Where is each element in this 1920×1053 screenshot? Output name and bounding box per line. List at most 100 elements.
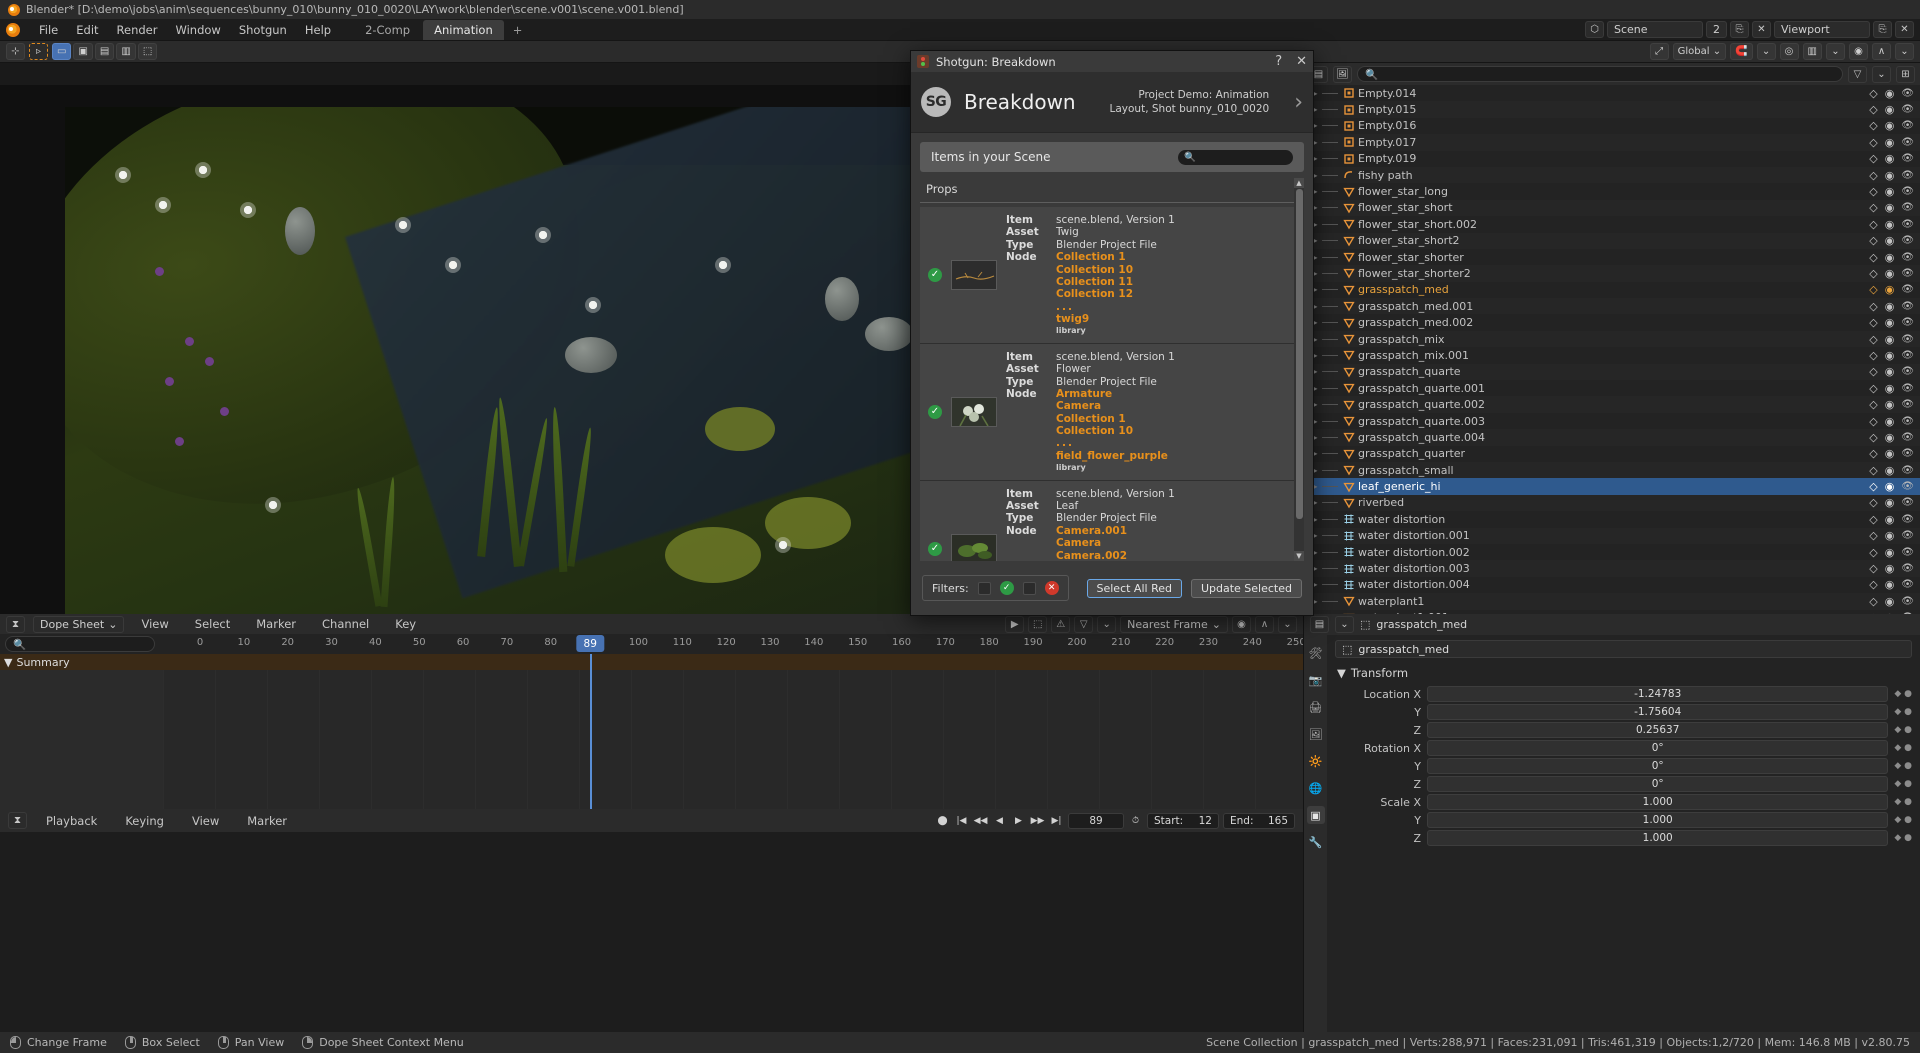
- hide-in-viewport-icon[interactable]: 👁: [1901, 120, 1914, 131]
- dialog-scrollbar[interactable]: ▲ ▼: [1294, 178, 1304, 561]
- dopesheet-mode-selector[interactable]: Dope Sheet ⌄: [33, 616, 124, 633]
- current-frame-field[interactable]: 89: [1068, 813, 1124, 829]
- outliner-row[interactable]: ▶grasspatch_med◇◉👁: [1304, 282, 1920, 298]
- outliner-new-collection-icon[interactable]: ⊞: [1896, 66, 1915, 83]
- dopesheet-filter-icon[interactable]: ▽: [1074, 616, 1093, 633]
- outliner-row[interactable]: ▶Empty.015◇◉👁: [1304, 101, 1920, 117]
- tab-add-workspace[interactable]: +: [506, 20, 530, 40]
- animate-property-icon[interactable]: ◆ ●: [1894, 779, 1912, 789]
- chevron-down-icon[interactable]: ⌄: [1335, 616, 1354, 633]
- new-viewlayer-icon[interactable]: ⎘: [1873, 21, 1892, 38]
- breakdown-item-card[interactable]: ✓Itemscene.blend, Version 1AssetTwigType…: [920, 207, 1294, 344]
- outliner-row[interactable]: ▶grasspatch_mix.001◇◉👁: [1304, 347, 1920, 363]
- dopesheet-channel-list[interactable]: ▼ Summary: [0, 654, 163, 809]
- transform-section-header[interactable]: ▼ Transform: [1337, 666, 1912, 680]
- show-hidden-icon[interactable]: ⬚: [1028, 616, 1047, 633]
- scroll-down-icon[interactable]: ▼: [1294, 551, 1304, 561]
- prev-keyframe-icon[interactable]: ◀◀: [973, 813, 988, 828]
- hide-in-viewport-icon[interactable]: 👁: [1901, 317, 1914, 328]
- outliner-row[interactable]: ▶grasspatch_quarte.001◇◉👁: [1304, 380, 1920, 396]
- outliner-row[interactable]: ▶water distortion.001◇◉👁: [1304, 528, 1920, 544]
- snap-dropdown-icon[interactable]: ⌄: [1757, 43, 1776, 60]
- animate-property-icon[interactable]: ◆ ●: [1894, 725, 1912, 735]
- animate-property-icon[interactable]: ◆ ●: [1894, 707, 1912, 717]
- object-data-icon[interactable]: ◇: [1869, 562, 1877, 575]
- hide-in-viewport-icon[interactable]: 👁: [1901, 284, 1914, 295]
- select-extend-icon[interactable]: ▣: [73, 43, 92, 60]
- outliner-row[interactable]: ▶Empty.016◇◉👁: [1304, 118, 1920, 134]
- outliner-search-input[interactable]: 🔍: [1357, 66, 1843, 82]
- breakdown-item-card[interactable]: ✓Itemscene.blend, Version 1AssetLeafType…: [920, 481, 1294, 561]
- outliner-row[interactable]: ▶flower_star_short.002◇◉👁: [1304, 216, 1920, 232]
- start-frame-field[interactable]: Start: 12: [1147, 813, 1219, 829]
- material-icon[interactable]: ◉: [1885, 218, 1895, 231]
- object-data-icon[interactable]: ◇: [1869, 382, 1877, 395]
- proportional-dropdown-icon[interactable]: ⌄: [1826, 43, 1845, 60]
- proportional-falloff-icon[interactable]: ▥: [1803, 43, 1822, 60]
- dopesheet-menu-marker[interactable]: Marker: [247, 614, 305, 634]
- outliner-row[interactable]: ▶grasspatch_quarter◇◉👁: [1304, 446, 1920, 462]
- animate-property-icon[interactable]: ◆ ●: [1894, 761, 1912, 771]
- object-data-icon[interactable]: ◇: [1869, 578, 1877, 591]
- material-icon[interactable]: ◉: [1885, 365, 1895, 378]
- object-data-icon[interactable]: ◇: [1869, 464, 1877, 477]
- dopesheet-menu-select[interactable]: Select: [186, 614, 239, 634]
- material-icon[interactable]: ◉: [1885, 333, 1895, 346]
- scene-users-count[interactable]: 2: [1706, 21, 1727, 38]
- material-icon[interactable]: ◉: [1885, 152, 1895, 165]
- record-toggle-icon[interactable]: ◉: [1849, 43, 1868, 60]
- material-icon[interactable]: ◉: [1885, 283, 1895, 296]
- dopesheet-playhead[interactable]: [590, 654, 592, 809]
- transform-orientation-icon[interactable]: ⤢: [1650, 43, 1669, 60]
- hide-in-viewport-icon[interactable]: 👁: [1901, 563, 1914, 574]
- select-intersect-icon[interactable]: ⬚: [138, 43, 157, 60]
- object-data-icon[interactable]: ◇: [1869, 529, 1877, 542]
- select-set-icon[interactable]: ▭: [52, 43, 71, 60]
- tab-render[interactable]: 📷: [1307, 671, 1325, 689]
- filter-red-checkbox[interactable]: [1023, 582, 1036, 595]
- material-icon[interactable]: ◉: [1885, 103, 1895, 116]
- dialog-scroll-area[interactable]: Props ✓Itemscene.blend, Version 1AssetTw…: [920, 178, 1304, 561]
- object-data-icon[interactable]: ◇: [1869, 480, 1877, 493]
- outliner-row[interactable]: ▶riverbed◇◉👁: [1304, 495, 1920, 511]
- transform-row-value[interactable]: 1.000: [1427, 812, 1888, 828]
- material-icon[interactable]: ◉: [1885, 562, 1895, 575]
- footer-menu-marker[interactable]: Marker: [238, 811, 296, 831]
- timeline-editor-type-icon[interactable]: ⧗: [8, 812, 27, 829]
- outliner-row[interactable]: ▶water distortion.003◇◉👁: [1304, 560, 1920, 576]
- menu-window[interactable]: Window: [166, 20, 229, 40]
- jump-end-icon[interactable]: ▶|: [1049, 813, 1064, 828]
- help-icon[interactable]: ?: [1275, 55, 1282, 68]
- object-data-icon[interactable]: ◇: [1869, 496, 1877, 509]
- tab-animation[interactable]: Animation: [423, 20, 504, 40]
- outliner-row[interactable]: ▶grasspatch_mix◇◉👁: [1304, 331, 1920, 347]
- outliner-row[interactable]: ▶grasspatch_quarte.004◇◉👁: [1304, 429, 1920, 445]
- object-data-icon[interactable]: ◇: [1869, 152, 1877, 165]
- material-icon[interactable]: ◉: [1885, 185, 1895, 198]
- outliner-row[interactable]: ▶flower_star_short2◇◉👁: [1304, 233, 1920, 249]
- material-icon[interactable]: ◉: [1885, 546, 1895, 559]
- dopesheet-filter-dropdown-icon[interactable]: ⌄: [1097, 616, 1116, 633]
- outliner-row[interactable]: ▶flower_star_shorter◇◉👁: [1304, 249, 1920, 265]
- outliner-row[interactable]: ▶flower_star_shorter2◇◉👁: [1304, 265, 1920, 281]
- object-data-icon[interactable]: ◇: [1869, 365, 1877, 378]
- hide-in-viewport-icon[interactable]: 👁: [1901, 399, 1914, 410]
- update-selected-button[interactable]: Update Selected: [1191, 579, 1302, 598]
- material-icon[interactable]: ◉: [1885, 415, 1895, 428]
- properties-editor-type-icon[interactable]: ▤: [1310, 616, 1329, 633]
- object-data-icon[interactable]: ◇: [1869, 415, 1877, 428]
- delete-scene-icon[interactable]: ✕: [1752, 21, 1771, 38]
- object-data-icon[interactable]: ◇: [1869, 595, 1877, 608]
- outliner-row[interactable]: ▶grasspatch_quarte◇◉👁: [1304, 364, 1920, 380]
- hide-in-viewport-icon[interactable]: 👁: [1901, 465, 1914, 476]
- outliner-row[interactable]: ▶water distortion◇◉👁: [1304, 511, 1920, 527]
- dopesheet-timeline-ruler[interactable]: 0102030405060708090100110120130140150160…: [163, 634, 1303, 654]
- dopesheet-keyframe-grid[interactable]: [163, 654, 1303, 809]
- hide-in-viewport-icon[interactable]: 👁: [1901, 366, 1914, 377]
- blender-menu-logo-icon[interactable]: [6, 23, 20, 37]
- use-preview-range-icon[interactable]: ⏱: [1128, 813, 1143, 828]
- material-icon[interactable]: ◉: [1885, 513, 1895, 526]
- tab-scene[interactable]: 🔆: [1307, 752, 1325, 770]
- hide-in-viewport-icon[interactable]: 👁: [1901, 481, 1914, 492]
- material-icon[interactable]: ◉: [1885, 119, 1895, 132]
